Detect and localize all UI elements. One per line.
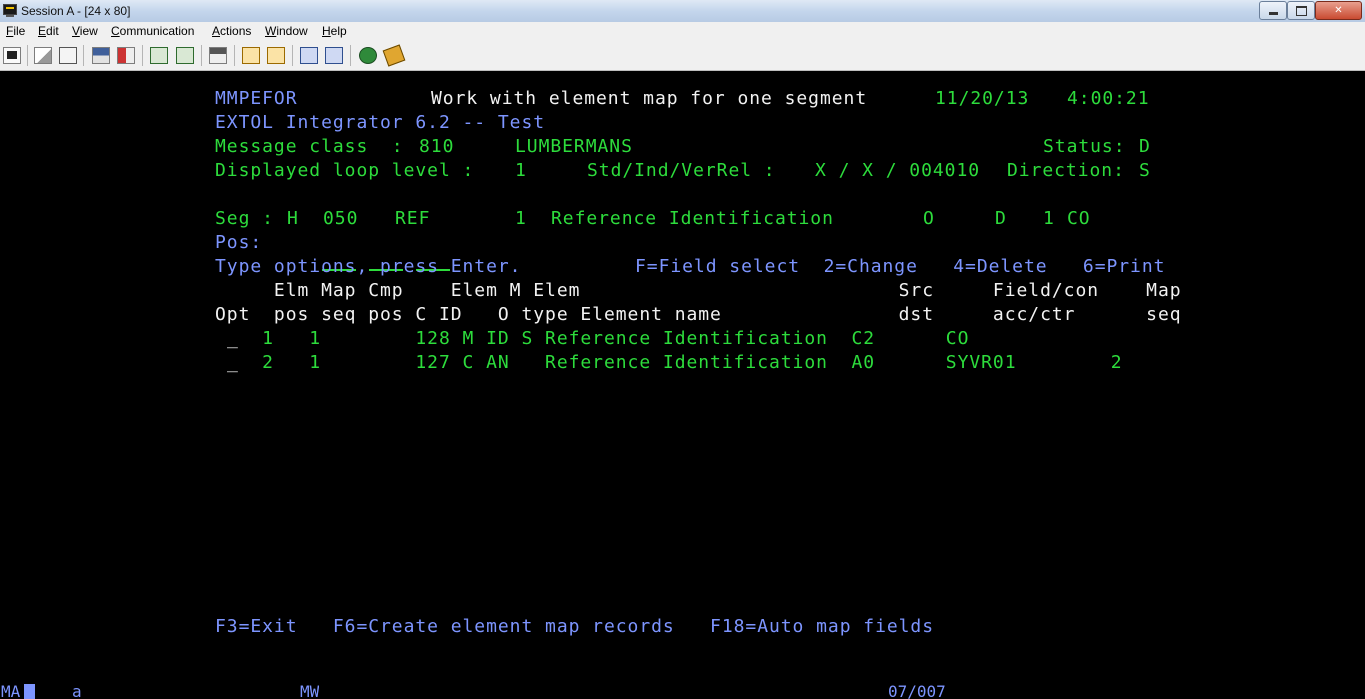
segment-code: CO <box>1067 208 1091 229</box>
menu-file[interactable]: File <box>6 24 25 38</box>
partner-name: LUMBERMANS <box>515 136 633 157</box>
macro-edit-icon[interactable] <box>300 47 318 64</box>
instructions-text: Type options, press Enter. <box>215 256 522 277</box>
keypad-icon[interactable] <box>176 47 194 64</box>
cursor-position: 07/007 <box>888 685 946 699</box>
close-button[interactable]: ✕ <box>1315 1 1362 20</box>
customize-icon[interactable] <box>382 44 406 67</box>
position-label: Pos: <box>215 232 263 253</box>
send-icon[interactable] <box>92 47 110 64</box>
menu-view[interactable]: View <box>72 24 98 38</box>
segment-label: Seg : <box>215 208 274 229</box>
window-title: Session A - [24 x 80] <box>21 4 131 18</box>
segment-max-use: 1 <box>1043 208 1055 229</box>
std-ind-verrel-value: X / X / 004010 <box>815 160 981 181</box>
display-icon[interactable] <box>150 47 168 64</box>
function-keys[interactable]: F3=Exit F6=Create element map records F1… <box>215 617 934 637</box>
column-header-row-2: Opt pos seq pos C ID O type Element name… <box>215 304 1182 325</box>
loop-level-value: 1 <box>515 160 527 181</box>
system-time: 4:00:21 <box>1067 88 1150 109</box>
segment-area: H <box>287 208 299 229</box>
table-row: 2 1 127 C AN Reference Identification A0… <box>215 352 1123 373</box>
oia-mode: MA <box>1 685 21 699</box>
message-class-value: 810 <box>419 136 455 157</box>
segment-flag: D <box>995 208 1007 229</box>
message-class-label: Message class : <box>215 136 404 157</box>
menu-bar: File Edit View Communication Actions Win… <box>0 22 1365 41</box>
menu-communication[interactable]: Communication <box>111 24 194 38</box>
receive-icon[interactable] <box>117 47 135 64</box>
oia-indicator: a <box>72 685 82 699</box>
direction-label: Direction: <box>1007 160 1125 181</box>
toolbar <box>0 41 1365 71</box>
segment-position: 050 <box>323 208 359 229</box>
maximize-button[interactable] <box>1287 1 1315 20</box>
direction-value: S <box>1139 160 1151 181</box>
minimize-button[interactable] <box>1259 1 1287 20</box>
terminal-screen[interactable]: MMPEFOR Work with element map for one se… <box>0 71 1365 699</box>
program-name: MMPEFOR <box>215 88 298 109</box>
window-title-bar: Session A - [24 x 80] ✕ <box>0 0 1365 23</box>
copy-icon[interactable] <box>34 47 52 64</box>
system-date: 11/20/13 <box>935 88 1030 109</box>
globe-icon[interactable] <box>359 47 377 64</box>
toolbar-separator <box>201 45 202 66</box>
cursor-block <box>24 684 35 699</box>
toolbar-separator <box>350 45 351 66</box>
status-label: Status: <box>1043 136 1126 157</box>
oia-session-type: MW <box>300 685 320 699</box>
close-icon: ✕ <box>1334 5 1343 16</box>
toolbar-separator <box>83 45 84 66</box>
menu-help[interactable]: Help <box>322 24 347 38</box>
print-screen-icon[interactable] <box>3 47 21 64</box>
toolbar-separator <box>27 45 28 66</box>
macro-stop-icon[interactable] <box>267 47 285 64</box>
session-app-icon[interactable] <box>3 4 17 17</box>
product-name: EXTOL Integrator 6.2 -- Test <box>215 112 546 133</box>
record-macro-icon[interactable] <box>209 47 227 64</box>
toolbar-separator <box>292 45 293 66</box>
column-header-row-1: Elm Map Cmp Elem M Elem Src Field/con Ma… <box>215 280 1182 301</box>
menu-actions[interactable]: Actions <box>212 24 251 38</box>
play-macro-icon[interactable] <box>242 47 260 64</box>
menu-edit[interactable]: Edit <box>38 24 59 38</box>
macro-run-icon[interactable] <box>325 47 343 64</box>
segment-loop: 1 <box>515 208 527 229</box>
screen-title: Work with element map for one segment <box>431 88 868 109</box>
loop-level-label: Displayed loop level : <box>215 160 475 181</box>
segment-id: REF <box>395 208 431 229</box>
paste-icon[interactable] <box>59 47 77 64</box>
table-row: 1 1 128 M ID S Reference Identification … <box>215 328 970 349</box>
std-ind-verrel-label: Std/Ind/VerRel : <box>587 160 776 181</box>
segment-name: Reference Identification <box>551 208 834 229</box>
toolbar-separator <box>142 45 143 66</box>
menu-window[interactable]: Window <box>265 24 308 38</box>
status-value: D <box>1139 136 1151 157</box>
toolbar-separator <box>234 45 235 66</box>
segment-requirement: O <box>923 208 935 229</box>
options-legend: F=Field select 2=Change 4=Delete 6=Print <box>635 256 1166 277</box>
